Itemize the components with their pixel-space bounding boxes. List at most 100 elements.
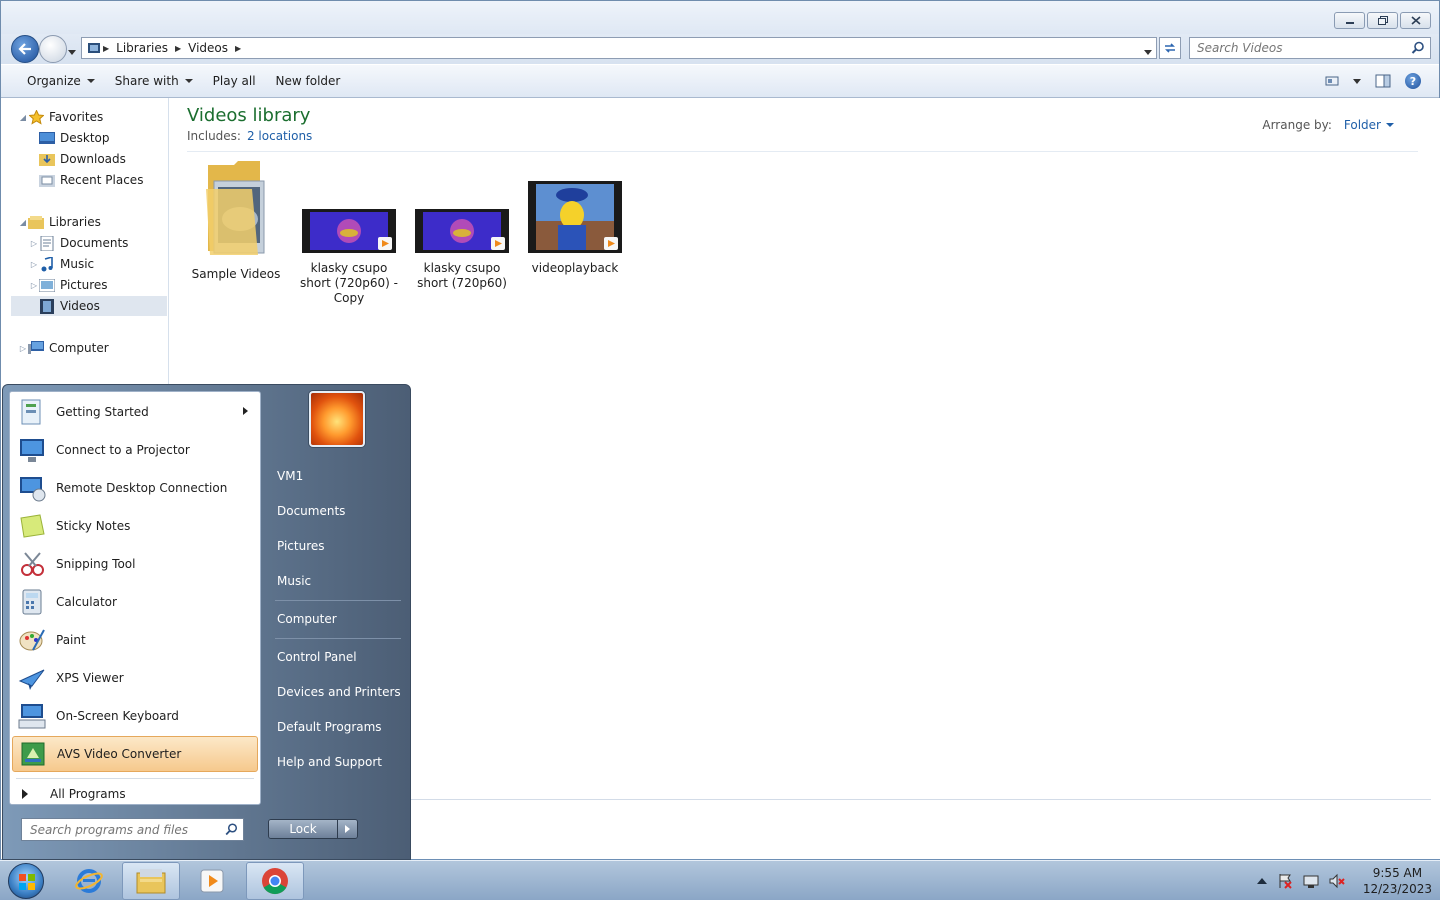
show-hidden-icons-icon[interactable] <box>1256 878 1267 884</box>
refresh-button[interactable] <box>1159 37 1181 59</box>
start-item-documents[interactable]: Documents <box>269 496 405 526</box>
minimize-button[interactable] <box>1334 12 1365 29</box>
program-snipping-tool[interactable]: Snipping Tool <box>12 546 258 582</box>
program-on-screen-keyboard[interactable]: On-Screen Keyboard <box>12 698 258 734</box>
start-button[interactable] <box>8 863 44 899</box>
program-label: Paint <box>56 633 86 647</box>
expand-arrow-icon[interactable]: ▷ <box>29 239 39 248</box>
recent-places-icon <box>39 172 55 188</box>
tree-pictures[interactable]: ▷ Pictures <box>29 275 108 295</box>
start-item-devices[interactable]: Devices and Printers <box>269 677 405 707</box>
search-box[interactable] <box>1189 37 1431 59</box>
file-name-line2: short (720p60) - <box>300 276 398 290</box>
all-programs-button[interactable]: All Programs <box>16 784 126 804</box>
tree-favorites[interactable]: ◢ Favorites <box>18 107 103 127</box>
chevron-down-icon[interactable] <box>1353 78 1361 84</box>
start-item-computer[interactable]: Computer <box>269 604 405 634</box>
help-icon[interactable]: ? <box>1405 73 1421 89</box>
file-item-klasky-copy[interactable]: klasky csupo short (720p60) - Copy <box>299 209 399 306</box>
keyboard-icon <box>16 700 48 732</box>
command-bar: Organize Share with Play all New folder … <box>1 65 1439 98</box>
tree-videos[interactable]: Videos <box>11 296 167 316</box>
lock-button[interactable]: Lock <box>268 819 358 839</box>
start-item-pictures[interactable]: Pictures <box>269 531 405 561</box>
taskbar-windows-explorer[interactable] <box>122 862 180 900</box>
address-bar[interactable]: ▶ Libraries ▶ Videos ▶ <box>81 37 1157 59</box>
tree-label: Recent Places <box>60 173 144 187</box>
tree-libraries[interactable]: ◢ Libraries <box>18 212 101 232</box>
change-view-icon[interactable] <box>1325 75 1339 87</box>
taskbar-chrome[interactable] <box>246 862 304 900</box>
file-item-sample-videos[interactable]: Sample Videos <box>186 159 286 282</box>
user-picture[interactable] <box>309 391 365 447</box>
music-icon <box>39 256 55 272</box>
start-item-user[interactable]: VM1 <box>269 461 405 491</box>
volume-muted-icon[interactable] <box>1329 873 1345 889</box>
collapse-arrow-icon[interactable]: ◢ <box>18 113 28 122</box>
expand-arrow-icon[interactable]: ▷ <box>29 260 39 269</box>
program-paint[interactable]: Paint <box>12 622 258 658</box>
expand-arrow-icon[interactable]: ▷ <box>18 344 28 353</box>
tree-desktop[interactable]: Desktop <box>39 128 110 148</box>
collapse-arrow-icon[interactable]: ◢ <box>18 218 28 227</box>
video-thumbnail-icon <box>415 209 509 253</box>
program-remote-desktop[interactable]: Remote Desktop Connection <box>12 470 258 506</box>
program-sticky-notes[interactable]: Sticky Notes <box>12 508 258 544</box>
clock[interactable]: 9:55 AM 12/23/2023 <box>1363 865 1432 897</box>
restore-button[interactable] <box>1367 12 1398 29</box>
forward-button[interactable] <box>39 35 67 63</box>
back-button[interactable] <box>11 35 39 63</box>
divider <box>187 151 1418 152</box>
calculator-icon <box>16 586 48 618</box>
start-search-box[interactable] <box>21 818 244 841</box>
close-icon <box>1410 16 1421 25</box>
taskbar-media-player[interactable] <box>183 862 241 900</box>
tree-label: Favorites <box>49 110 104 124</box>
preview-pane-icon[interactable] <box>1375 74 1391 88</box>
expand-arrow-icon[interactable]: ▷ <box>29 281 39 290</box>
file-item-klasky[interactable]: klasky csupo short (720p60) <box>412 209 512 291</box>
tree-computer[interactable]: ▷ Computer <box>18 338 109 358</box>
start-item-help[interactable]: Help and Support <box>269 747 405 777</box>
tree-documents[interactable]: ▷ Documents <box>29 233 128 253</box>
chrome-icon <box>262 868 288 895</box>
new-folder-button[interactable]: New folder <box>266 65 351 97</box>
start-search-input[interactable] <box>22 822 212 837</box>
paint-icon <box>16 624 48 656</box>
tree-recent-places[interactable]: Recent Places <box>39 170 143 190</box>
file-item-videoplayback[interactable]: videoplayback <box>525 181 625 276</box>
share-with-menu[interactable]: Share with <box>105 65 203 97</box>
restore-icon <box>1377 16 1388 25</box>
shutdown-options-button[interactable] <box>337 820 357 838</box>
tree-downloads[interactable]: Downloads <box>39 149 126 169</box>
play-all-button[interactable]: Play all <box>203 65 266 97</box>
locations-link[interactable]: 2 locations <box>247 129 312 143</box>
taskbar-internet-explorer[interactable] <box>60 862 118 900</box>
breadcrumb-libraries[interactable]: Libraries <box>111 41 173 55</box>
search-icon[interactable] <box>1411 41 1425 55</box>
program-xps-viewer[interactable]: XPS Viewer <box>12 660 258 696</box>
arrange-dropdown[interactable]: Folder <box>1344 118 1394 132</box>
divider <box>275 638 401 639</box>
start-item-music[interactable]: Music <box>269 566 405 596</box>
video-thumbnail-icon <box>528 181 622 253</box>
close-button[interactable] <box>1400 12 1431 29</box>
program-connect-projector[interactable]: Connect to a Projector <box>12 432 258 468</box>
program-getting-started[interactable]: Getting Started <box>12 394 258 430</box>
tree-music[interactable]: ▷ Music <box>29 254 94 274</box>
address-history-dropdown[interactable] <box>1144 44 1152 58</box>
video-thumbnail-icon <box>302 209 396 253</box>
start-item-control-panel[interactable]: Control Panel <box>269 642 405 672</box>
action-center-icon[interactable] <box>1277 873 1293 889</box>
breadcrumb-videos[interactable]: Videos <box>183 41 233 55</box>
organize-menu[interactable]: Organize <box>17 65 105 97</box>
program-calculator[interactable]: Calculator <box>12 584 258 620</box>
start-item-default-programs[interactable]: Default Programs <box>269 712 405 742</box>
lock-label[interactable]: Lock <box>269 820 337 838</box>
search-input[interactable] <box>1190 41 1400 55</box>
network-icon[interactable] <box>1303 873 1319 889</box>
program-avs-video-converter[interactable]: AVS Video Converter <box>12 736 258 772</box>
recent-pages-dropdown[interactable] <box>68 44 76 58</box>
arrange-by: Arrange by: Folder <box>1262 118 1394 132</box>
file-name-line1: klasky csupo <box>310 261 388 275</box>
